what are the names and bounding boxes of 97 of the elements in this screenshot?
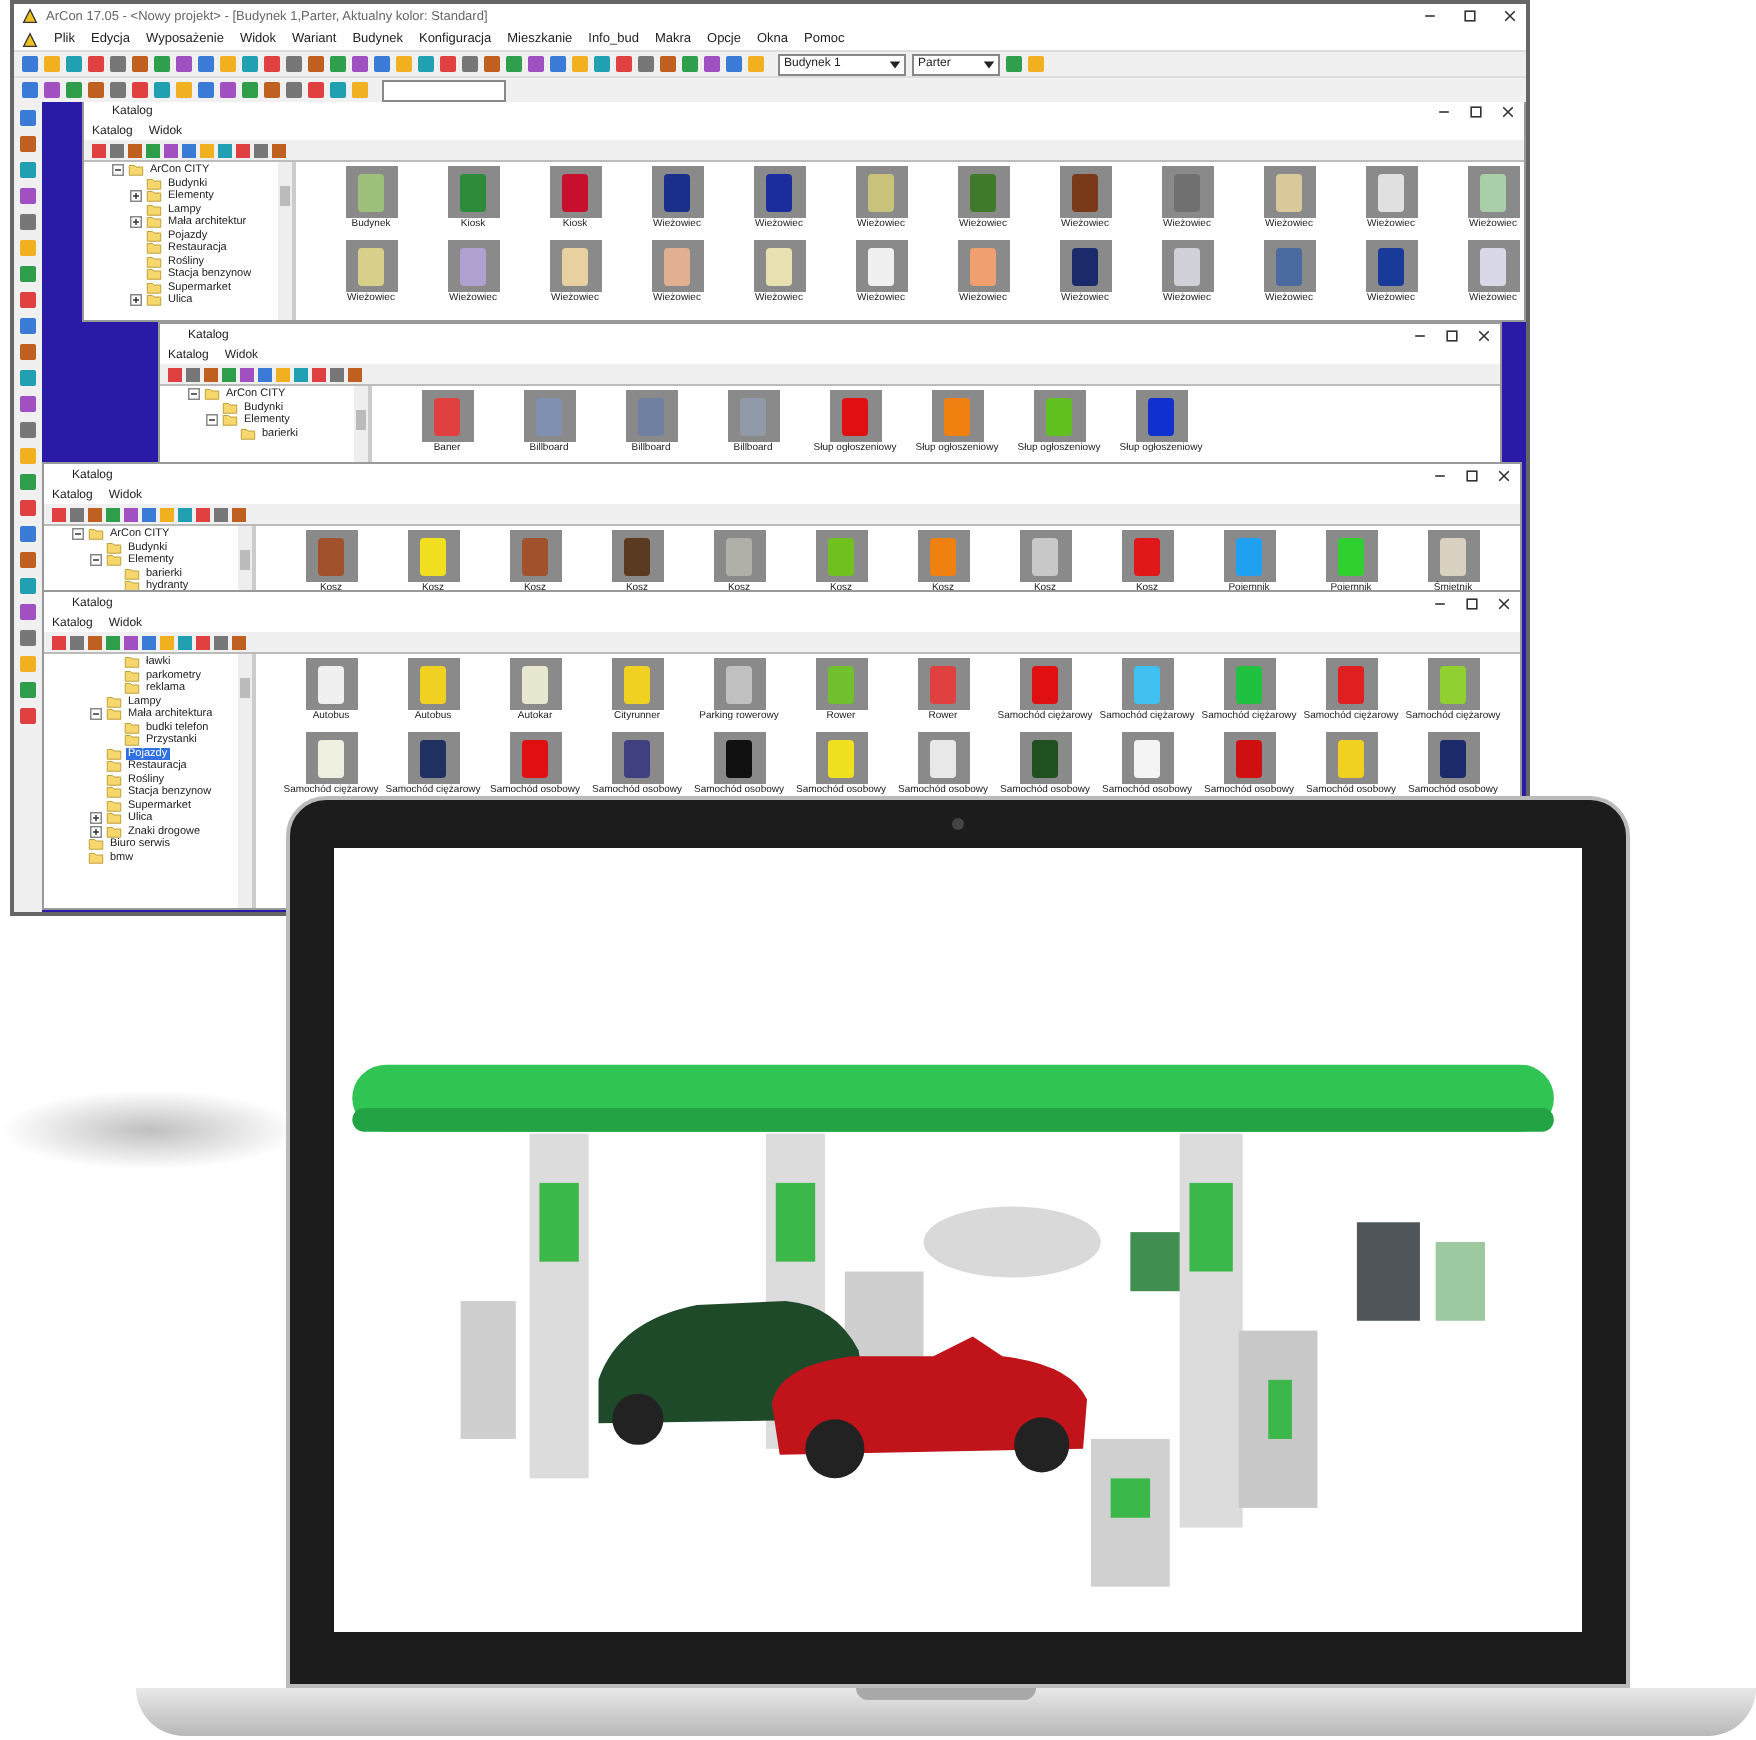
collapse-icon[interactable]	[112, 164, 124, 177]
thumbnail-frame[interactable]	[957, 240, 1009, 292]
thumbnail-frame[interactable]	[1365, 166, 1417, 218]
thumbnail-frame[interactable]	[611, 732, 663, 784]
maximize-icon[interactable]	[1462, 8, 1478, 24]
thumbnail-frame[interactable]	[815, 530, 867, 582]
thumbnail-frame[interactable]	[1223, 530, 1275, 582]
maximize-icon[interactable]	[1444, 327, 1460, 343]
thumbnail-frame[interactable]	[1059, 240, 1111, 292]
thumbnail-frame[interactable]	[407, 658, 459, 710]
thumbnail-frame[interactable]	[651, 166, 703, 218]
thumbnail-frame[interactable]	[1263, 240, 1315, 292]
thumbnail-frame[interactable]	[407, 530, 459, 582]
thumbnail-frame[interactable]	[1121, 732, 1173, 784]
close-icon[interactable]	[1500, 103, 1516, 119]
thumbnail-frame[interactable]	[917, 530, 969, 582]
thumbnail-frame[interactable]	[611, 530, 663, 582]
close-icon[interactable]	[1496, 467, 1512, 483]
collapse-icon[interactable]	[188, 388, 200, 401]
scrollbar[interactable]	[278, 162, 292, 320]
thumbnail-frame[interactable]	[549, 240, 601, 292]
thumbnail-frame[interactable]	[1325, 530, 1377, 582]
thumbnail-frame[interactable]	[447, 166, 499, 218]
thumbnail-frame[interactable]	[1019, 732, 1071, 784]
thumbnail-frame[interactable]	[1263, 166, 1315, 218]
thumbnail-frame[interactable]	[1223, 658, 1275, 710]
thumbnail-frame[interactable]	[1223, 732, 1275, 784]
close-icon[interactable]	[1476, 327, 1492, 343]
thumbnail-frame[interactable]	[407, 732, 459, 784]
thumbnail-frame[interactable]	[815, 658, 867, 710]
thumbnail-frame[interactable]	[509, 732, 561, 784]
thumbnail-frame[interactable]	[421, 390, 473, 442]
thumbnail-frame[interactable]	[917, 658, 969, 710]
thumbnail-frame[interactable]	[829, 390, 881, 442]
close-icon[interactable]	[1502, 8, 1518, 24]
thumbnail-frame[interactable]	[815, 732, 867, 784]
combo-field[interactable]	[382, 79, 506, 101]
thumbnail-frame[interactable]	[1325, 658, 1377, 710]
collapse-icon[interactable]	[90, 708, 102, 721]
thumbnail-frame[interactable]	[1161, 166, 1213, 218]
caret-icon	[888, 57, 902, 71]
thumbnail-frame[interactable]	[345, 240, 397, 292]
thumbnail-frame[interactable]	[1135, 390, 1187, 442]
expand-icon[interactable]	[90, 812, 102, 825]
thumbnail-frame[interactable]	[855, 166, 907, 218]
thumbnail-frame[interactable]	[447, 240, 499, 292]
expand-icon[interactable]	[90, 825, 102, 838]
thumbnail-frame[interactable]	[1365, 240, 1417, 292]
scrollbar[interactable]	[354, 386, 368, 464]
maximize-icon[interactable]	[1464, 595, 1480, 611]
thumbnail-frame[interactable]	[753, 240, 805, 292]
thumbnail-frame[interactable]	[1427, 530, 1479, 582]
thumbnail-frame[interactable]	[611, 658, 663, 710]
thumbnail-frame[interactable]	[305, 658, 357, 710]
thumbnail-frame[interactable]	[1019, 658, 1071, 710]
thumbnail-frame[interactable]	[713, 530, 765, 582]
thumbnail-frame[interactable]	[1427, 732, 1479, 784]
expand-icon[interactable]	[130, 294, 142, 307]
thumbnail-frame[interactable]	[1033, 390, 1085, 442]
caret-icon	[982, 57, 996, 71]
thumbnail-frame[interactable]	[917, 732, 969, 784]
thumbnail-frame[interactable]	[1019, 530, 1071, 582]
maximize-icon[interactable]	[1468, 103, 1484, 119]
thumbnail-frame[interactable]	[753, 166, 805, 218]
collapse-icon[interactable]	[206, 414, 218, 427]
expand-icon[interactable]	[130, 190, 142, 203]
collapse-icon[interactable]	[72, 528, 84, 541]
thumbnail-frame[interactable]	[625, 390, 677, 442]
thumbnail-frame[interactable]	[1161, 240, 1213, 292]
thumbnail-frame[interactable]	[957, 166, 1009, 218]
thumbnail-frame[interactable]	[1467, 240, 1519, 292]
webcam-icon	[952, 818, 964, 830]
thumbnail-frame[interactable]	[713, 658, 765, 710]
thumbnail-frame[interactable]	[509, 658, 561, 710]
thumbnail-frame[interactable]	[713, 732, 765, 784]
scrollbar[interactable]	[238, 526, 252, 592]
thumbnail-frame[interactable]	[523, 390, 575, 442]
thumbnail-frame[interactable]	[931, 390, 983, 442]
thumbnail-frame[interactable]	[549, 166, 601, 218]
scrollbar[interactable]	[238, 654, 252, 908]
close-icon[interactable]	[1496, 595, 1512, 611]
thumbnail-frame[interactable]	[1059, 166, 1111, 218]
thumbnail-frame[interactable]	[345, 166, 397, 218]
collapse-icon[interactable]	[90, 554, 102, 567]
thumbnail-frame[interactable]	[855, 240, 907, 292]
thumbnail-frame[interactable]	[1427, 658, 1479, 710]
thumbnail-frame[interactable]	[727, 390, 779, 442]
thumbnail-frame[interactable]	[305, 530, 357, 582]
maximize-icon[interactable]	[1464, 467, 1480, 483]
thumbnail-frame[interactable]	[1325, 732, 1377, 784]
thumbnail-frame[interactable]	[509, 530, 561, 582]
expand-icon[interactable]	[130, 216, 142, 229]
thumbnail-frame[interactable]	[1121, 530, 1173, 582]
thumbnail-frame[interactable]	[305, 732, 357, 784]
thumbnail-frame[interactable]	[1121, 658, 1173, 710]
thumbnail-frame[interactable]	[1467, 166, 1519, 218]
thumbnail-frame[interactable]	[651, 240, 703, 292]
